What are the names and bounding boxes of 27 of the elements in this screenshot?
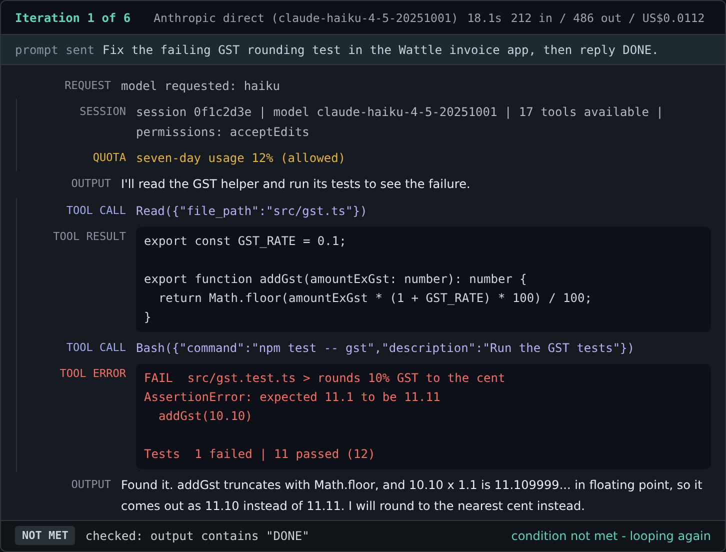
entry-label: TOOL RESULT (52, 228, 126, 245)
entry-label: REQUEST (64, 78, 111, 94)
entry-label: TOOL ERROR (58, 366, 126, 382)
session-text: session 0f1c2d3e | model claude-haiku-4-5-20251001 | 17 tools available | permissions: acceptEdits (136, 104, 664, 141)
entry-label: OUTPUT (70, 476, 111, 493)
duration-text: 18.1s (467, 10, 502, 25)
output-text: I'll read the GST helper and run its tests to see the failure. (121, 176, 470, 193)
iteration-title: Iteration 1 of 6 (15, 10, 131, 25)
status-badge: NOT MET (15, 526, 76, 546)
prompt-text: Fix the failing GST rounding test in the Wattle invoice app, then reply DONE. (102, 42, 659, 57)
usage-text: 212 in / 486 out / US$0.0112 (510, 10, 705, 25)
tool-call-text: Read({"file_path":"src/gst.ts"}) (136, 202, 368, 220)
status-text: condition not met - looping again (511, 528, 711, 543)
provider-text: Anthropic direct (claude-haiku-4-5-20251001) (154, 10, 458, 25)
output-text: Found it. addGst truncates with Math.floor, and 10.10 x 1.1 is 11.109999... in floating point, so it comes out as 11.10 instead of 11.11. I will round to the nearest cent instead. (121, 476, 704, 515)
entry-label: TOOL CALL (65, 340, 126, 356)
entry-label: QUOTA (92, 150, 126, 166)
prompt-label: prompt sent (15, 42, 94, 57)
code-block: export const GST_RATE = 0.1; export function addGst(amountExGst: number): number { return Math.floor(amountExGst * (1 + GST_RATE) * 100) / 100; } (136, 226, 711, 332)
entry-label: OUTPUT (70, 176, 111, 192)
entry-label: SESSION (78, 104, 126, 120)
tool-call-text: Bash({"command":"npm test -- gst","description":"Run the GST tests"}) (136, 340, 634, 357)
check-text: checked: output contains "DONE" (85, 528, 310, 543)
quota-text: seven-day usage 12% (allowed) (136, 150, 346, 167)
entry-label: TOOL CALL (65, 202, 126, 219)
error-output-block: FAIL src/gst.test.ts > rounds 10% GST to the cent AssertionError: expected 11.1 to be 11.11 addGst(10.10) Tests 1 failed | 11 passed (12) (136, 364, 711, 469)
request-text: model requested: haiku (121, 78, 280, 95)
